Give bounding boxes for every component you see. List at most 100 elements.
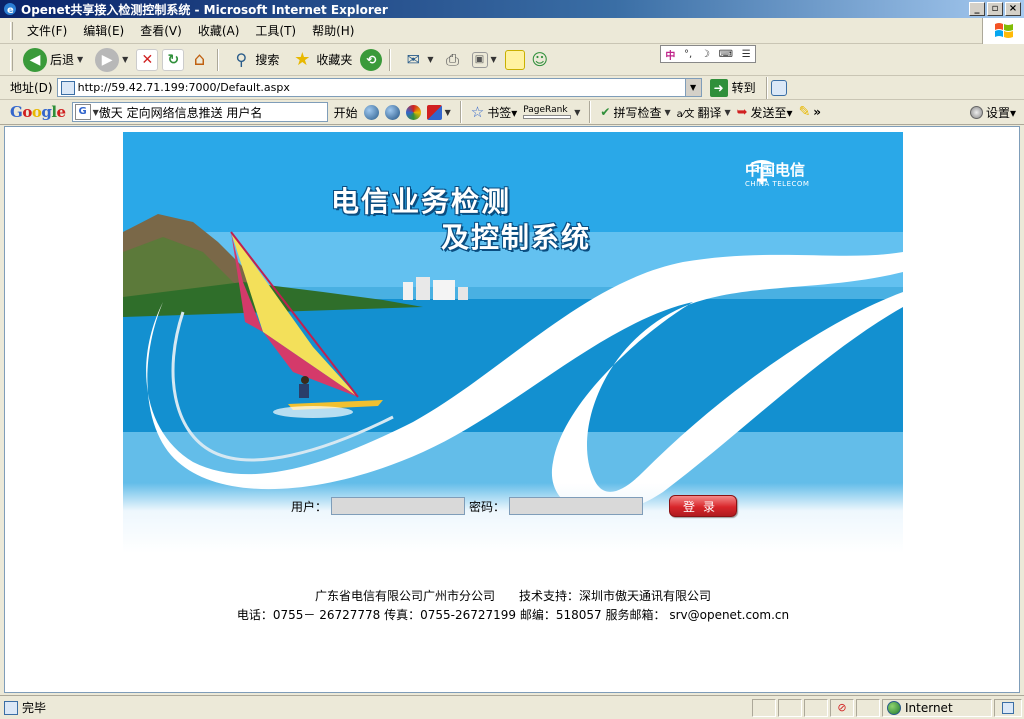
ime-toolbar[interactable]: 中 °, ☽ ⌨ ☰ <box>660 45 756 63</box>
pagerank-meter[interactable]: PageRank ▼ <box>523 104 580 119</box>
resize-grip[interactable] <box>994 698 1022 717</box>
close-button[interactable]: × <box>1005 2 1021 16</box>
ime-moon-icon[interactable]: ☽ <box>701 49 710 60</box>
settings-gear-icon <box>969 105 983 119</box>
go-button[interactable]: ➜ 转到 <box>709 78 756 97</box>
ime-keyboard-icon[interactable]: ⌨ <box>719 49 733 60</box>
more-chevron[interactable]: » <box>813 105 821 119</box>
history-icon[interactable]: ⟲ <box>360 48 383 71</box>
maximize-button[interactable]: ▫ <box>987 2 1003 16</box>
toolbar-grip[interactable] <box>10 21 13 40</box>
favorites-button[interactable]: ★ 收藏夹 <box>287 47 356 73</box>
pagerank-bar <box>523 114 572 119</box>
china-telecom-logo-icon <box>749 160 775 184</box>
address-input[interactable]: http://59.42.71.199:7000/Default.aspx ▼ <box>56 78 702 97</box>
status-cell <box>778 698 802 717</box>
sendto-button[interactable]: ➥ 发送至▾ <box>737 104 793 121</box>
forward-button[interactable]: ▶ ▼ <box>91 46 132 74</box>
china-telecom-logo: 中国电信 CHINA TELECOM <box>745 156 865 190</box>
status-cell <box>856 698 880 717</box>
pagerank-label: PageRank <box>523 104 568 115</box>
chevron-down-icon[interactable]: ▼ <box>427 55 433 64</box>
google-g-icon[interactable]: G <box>74 104 91 120</box>
chevron-down-icon[interactable]: ▼ <box>77 55 83 64</box>
status-bar: 完毕 ⊘ Internet <box>0 695 1024 719</box>
settings-button[interactable]: 设置▾ <box>969 104 1016 121</box>
highlight-button[interactable]: ✎ » <box>799 104 822 120</box>
refresh-icon[interactable]: ↻ <box>162 48 185 71</box>
address-bar: 地址(D) http://59.42.71.199:7000/Default.a… <box>0 76 1024 100</box>
menu-edit[interactable]: 编辑(E) <box>75 20 132 41</box>
status-page-icon <box>1002 701 1014 714</box>
discuss-icon[interactable] <box>504 49 525 70</box>
favorites-label: 收藏夹 <box>316 53 353 67</box>
address-label: 地址(D) <box>10 81 53 95</box>
google-search-text[interactable]: 傲天 定向网络信息推送 用户名 <box>99 104 263 121</box>
translate-button[interactable]: a⁄文 翻译 ▼ <box>677 104 731 121</box>
edit-icon: ▣ <box>471 51 488 68</box>
translate-label: 翻译 <box>697 105 722 120</box>
star-icon: ★ <box>294 49 311 70</box>
chevron-down-icon[interactable]: ▼ <box>574 108 580 117</box>
settings-label: 设置▾ <box>985 105 1016 120</box>
chevron-down-icon[interactable]: ▼ <box>491 55 497 64</box>
search-button[interactable]: ⚲ 搜索 <box>226 47 283 73</box>
chevron-down-icon[interactable]: ▼ <box>122 55 128 64</box>
bookmark-star-icon: ☆ <box>470 103 485 121</box>
messenger-icon[interactable]: ☺ <box>529 49 551 71</box>
print-icon[interactable]: ⎙ <box>442 49 464 71</box>
back-arrow-icon: ◀ <box>23 47 47 72</box>
svg-text:e: e <box>7 5 14 16</box>
mail-icon: ✉ <box>406 50 421 69</box>
toolbar-grip[interactable] <box>10 48 13 71</box>
google-search-site-icon[interactable] <box>384 104 400 120</box>
google-logo[interactable]: Google <box>10 103 66 121</box>
menu-tools[interactable]: 工具(T) <box>247 20 304 41</box>
password-input[interactable] <box>509 497 644 515</box>
google-apps-icon[interactable]: ▼ <box>426 104 451 120</box>
login-form: 用户： 密码： 登录 <box>123 483 903 553</box>
security-zone[interactable]: Internet <box>882 698 992 717</box>
mail-button[interactable]: ✉ ▼ <box>398 47 437 73</box>
stop-icon[interactable]: ✕ <box>136 48 159 71</box>
ime-mode-icon[interactable]: 中 <box>665 47 675 62</box>
search-icon: ⚲ <box>235 50 248 69</box>
chevron-down-icon[interactable]: ▼ <box>724 108 730 117</box>
toolbar-separator <box>217 48 220 71</box>
popup-blocked-icon[interactable]: ⊘ <box>830 698 854 717</box>
home-icon[interactable]: ⌂ <box>188 49 210 71</box>
toolbar-separator <box>589 101 592 123</box>
chevron-down-icon[interactable]: ▼ <box>664 108 670 117</box>
standard-toolbar: ◀ 后退 ▼ ▶ ▼ ✕ ↻ ⌂ ⚲ 搜索 ★ 收藏夹 ⟲ ✉ ▼ ⎙ ▣ ▼ … <box>0 44 1024 76</box>
address-url[interactable]: http://59.42.71.199:7000/Default.aspx <box>78 81 290 94</box>
ime-menu-icon[interactable]: ☰ <box>742 49 751 60</box>
google-search-input[interactable]: G ▼ 傲天 定向网络信息推送 用户名 <box>71 102 328 122</box>
menu-view[interactable]: 查看(V) <box>132 20 190 41</box>
menu-favorites[interactable]: 收藏(A) <box>190 20 248 41</box>
status-text: 完毕 <box>22 701 47 715</box>
page-footer: 广东省电信有限公司广州市分公司 技术支持：深圳市傲天通讯有限公司 电话：0755… <box>5 587 1019 625</box>
window-title: Openet共享接入检测控制系统 - Microsoft Internet Ex… <box>21 2 388 17</box>
banner-title-line2: 及控制系统 <box>441 221 592 254</box>
google-start-button[interactable]: 开始 <box>334 104 358 121</box>
login-button[interactable]: 登录 <box>669 495 737 517</box>
edit-button[interactable]: ▣ ▼ <box>468 50 501 70</box>
menu-help[interactable]: 帮助(H) <box>304 20 362 41</box>
ime-punct-icon[interactable]: °, <box>684 49 692 60</box>
toolbar-separator <box>765 76 768 99</box>
google-toolbar: Google G ▼ 傲天 定向网络信息推送 用户名 开始 ▼ ☆ 书签▾ Pa… <box>0 100 1024 125</box>
links-icon[interactable] <box>770 79 787 96</box>
chevron-down-icon[interactable]: ▼ <box>684 79 701 96</box>
bookmarks-button[interactable]: ☆ 书签▾ <box>471 103 517 121</box>
menu-file[interactable]: 文件(F) <box>19 20 75 41</box>
minimize-button[interactable]: _ <box>969 2 985 16</box>
back-button[interactable]: ◀ 后退 ▼ <box>19 46 87 74</box>
google-news-icon[interactable] <box>405 104 421 120</box>
google-search-web-icon[interactable] <box>363 104 379 120</box>
toolbar-separator <box>389 48 392 71</box>
username-input[interactable] <box>331 497 466 515</box>
window-title-bar: e Openet共享接入检测控制系统 - Microsoft Internet … <box>0 0 1024 18</box>
go-arrow-icon: ➜ <box>709 78 728 97</box>
footer-company-line: 广东省电信有限公司广州市分公司 技术支持：深圳市傲天通讯有限公司 <box>314 589 711 603</box>
spellcheck-button[interactable]: ✔ 拼写检查 ▼ <box>600 104 670 121</box>
